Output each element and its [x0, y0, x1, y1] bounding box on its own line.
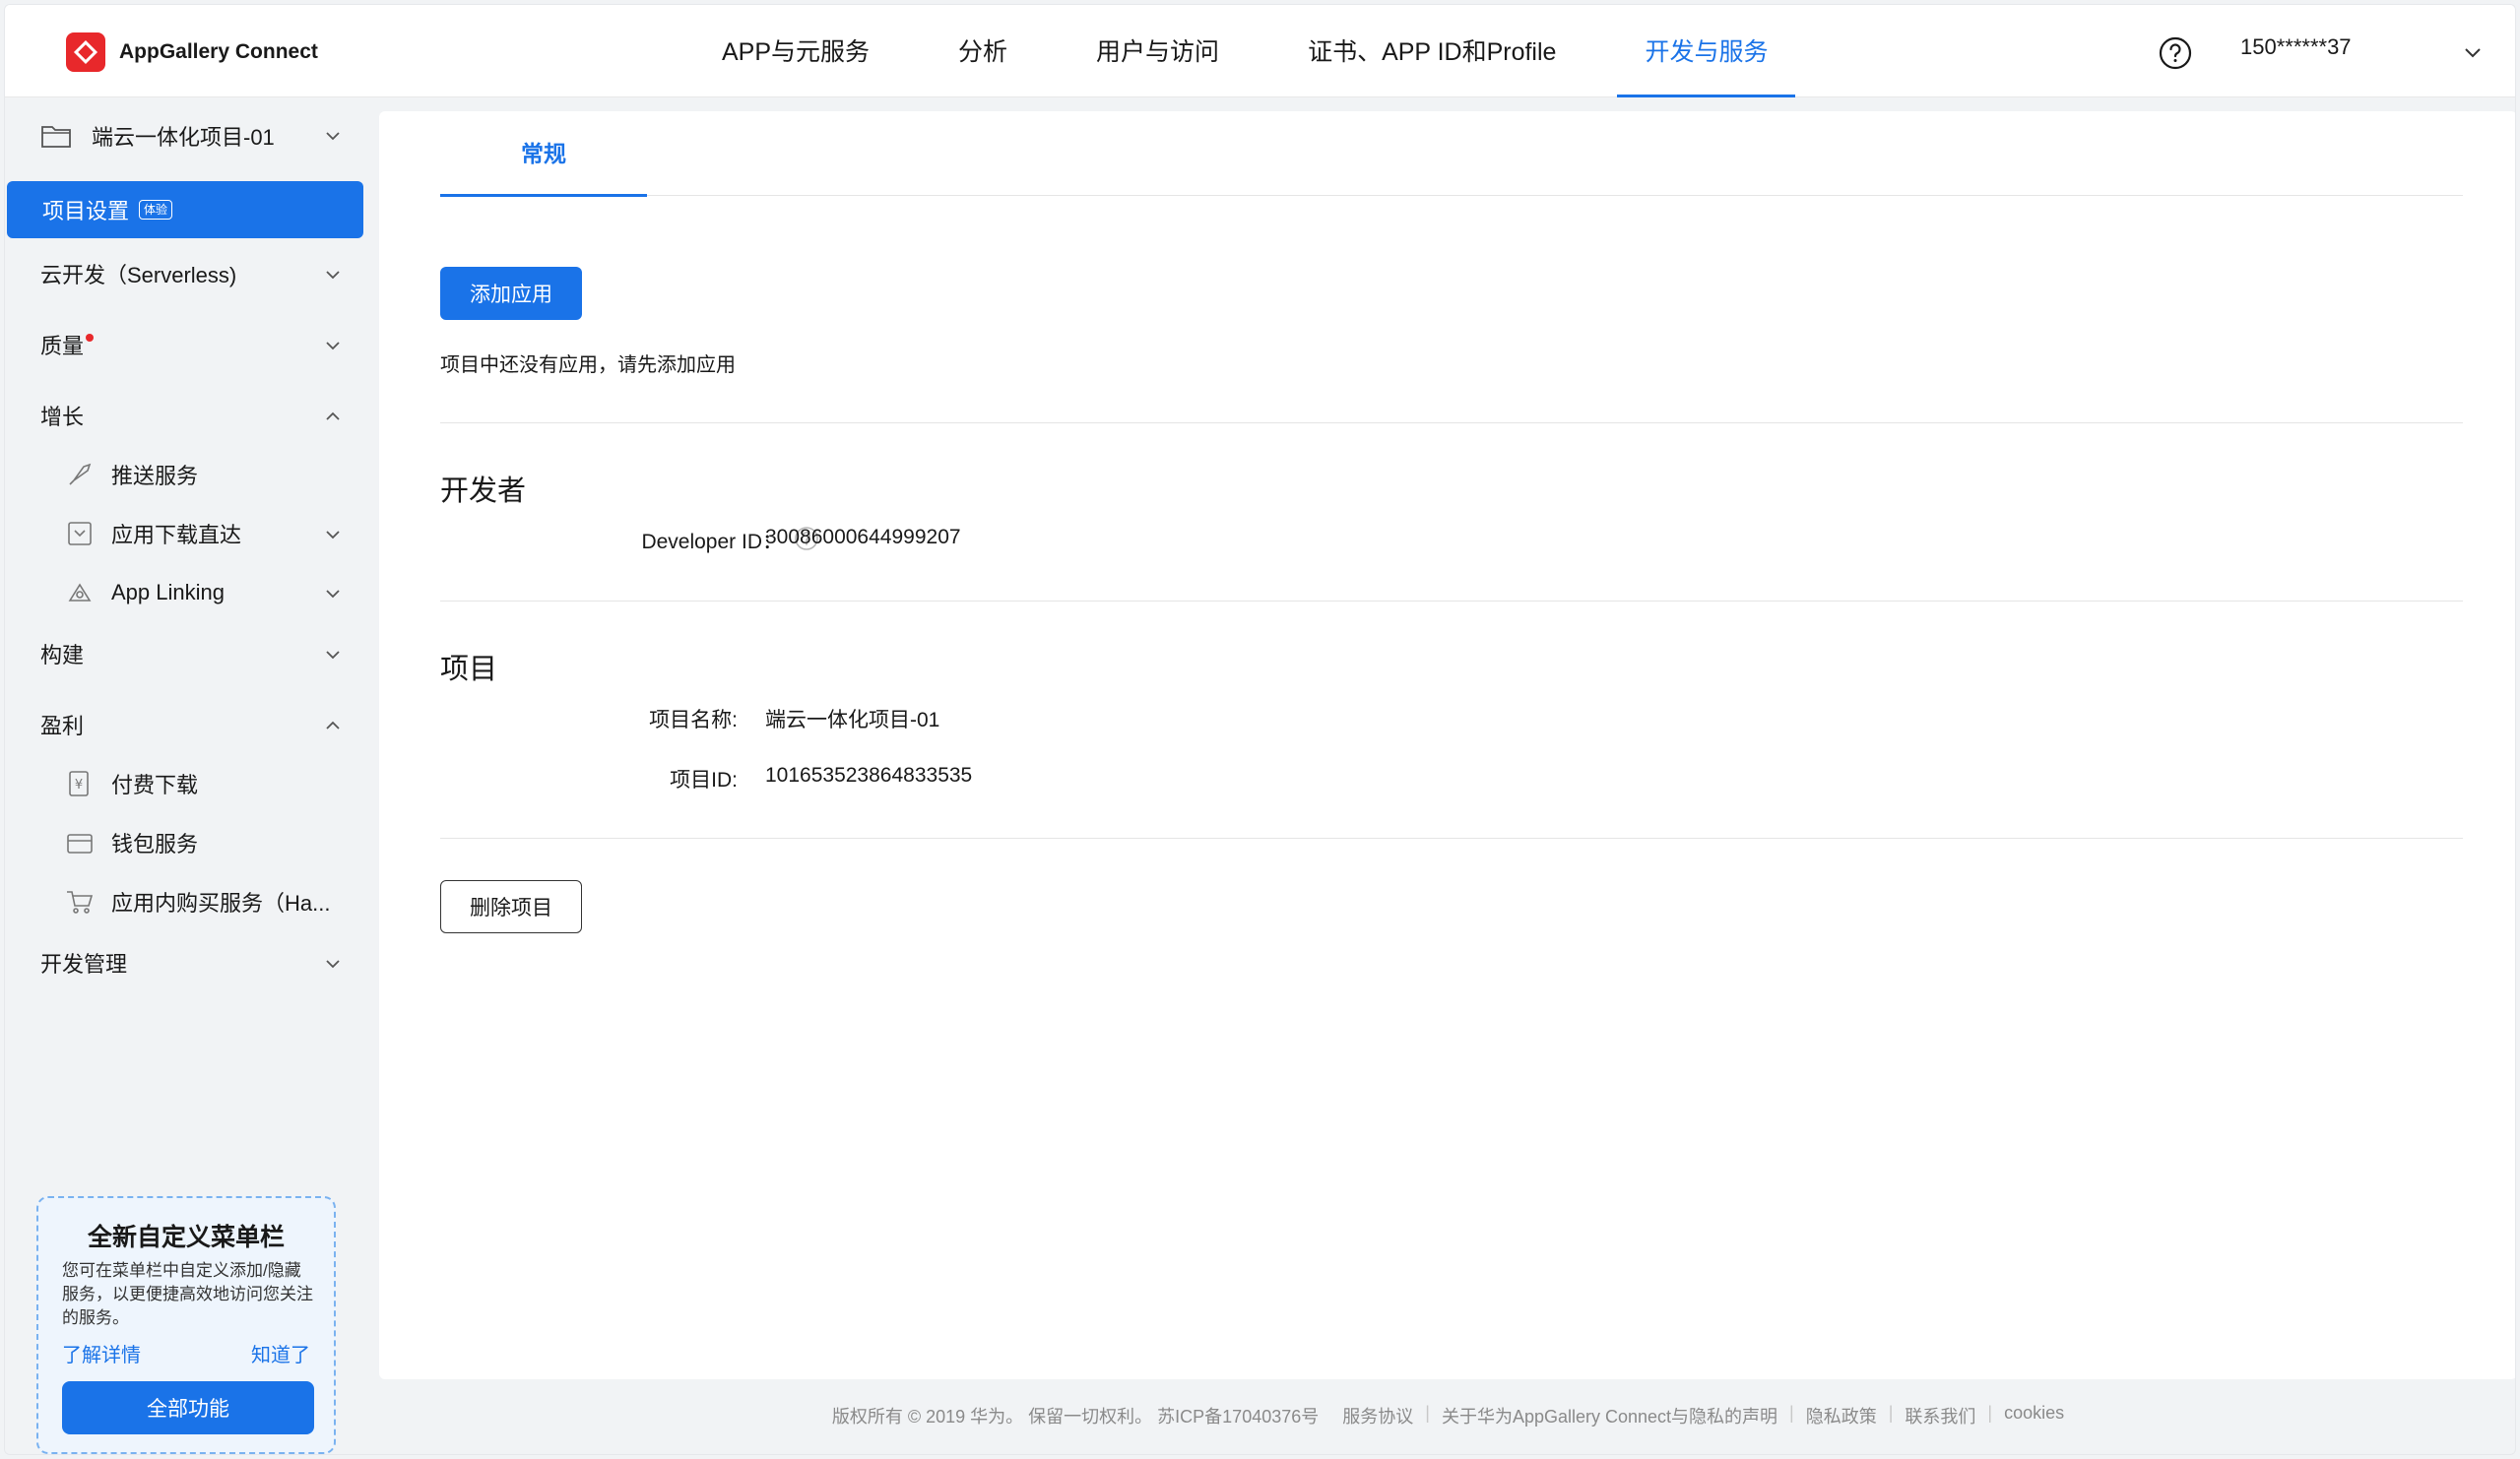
- chevron-down-icon: [326, 271, 340, 280]
- chevron-down-icon: [326, 132, 340, 141]
- footer-link-cookies[interactable]: cookies: [1992, 1403, 2076, 1428]
- nav-dev-services[interactable]: 开发与服务: [1617, 5, 1796, 97]
- sidebar-item-label: 应用下载直达: [111, 523, 242, 547]
- project-name-label: 项目名称:: [649, 709, 738, 731]
- chevron-down-icon: [326, 960, 340, 969]
- top-header: AppGallery Connect APP与元服务 分析 用户与访问 证书、A…: [5, 5, 2515, 97]
- footer-copyright: 版权所有 © 2019 华为。 保留一切权利。 苏ICP备17040376号: [831, 1407, 1320, 1427]
- developer-id-label: Developer ID：: [641, 531, 783, 553]
- svg-text:¥: ¥: [75, 778, 83, 793]
- promo-description: 您可在菜单栏中自定义添加/隐藏服务，以更便捷高效地访问您关注的服务。: [62, 1261, 313, 1327]
- sidebar-item-quality[interactable]: 质量: [40, 322, 346, 367]
- rocket-icon: [69, 463, 92, 485]
- notification-dot: [86, 334, 95, 342]
- learn-more-link[interactable]: 了解详情: [62, 1339, 141, 1367]
- chevron-down-icon: [326, 342, 340, 350]
- sidebar-item-wallet[interactable]: 钱包服务: [64, 820, 346, 865]
- page-footer: 版权所有 © 2019 华为。 保留一切权利。 苏ICP备17040376号 服…: [379, 1403, 2515, 1428]
- footer-link-terms[interactable]: 服务协议: [1330, 1403, 1425, 1428]
- sidebar-item-label: 钱包服务: [111, 832, 199, 856]
- all-features-button[interactable]: 全部功能: [62, 1381, 314, 1434]
- sidebar-item-growth[interactable]: 增长: [40, 393, 346, 438]
- nav-app-services[interactable]: APP与元服务: [694, 5, 897, 97]
- promo-title: 全新自定义菜单栏: [87, 1224, 285, 1251]
- project-selector[interactable]: 端云一体化项目-01: [40, 112, 346, 159]
- appgallery-logo-icon: [66, 32, 105, 72]
- chevron-down-icon: [326, 590, 340, 599]
- sidebar-item-label: 盈利: [40, 714, 85, 738]
- footer-link-contact[interactable]: 联系我们: [1893, 1403, 1987, 1428]
- project-id-label: 项目ID:: [670, 769, 738, 792]
- chevron-down-icon[interactable]: [2463, 46, 2483, 60]
- sidebar-item-push[interactable]: 推送服务: [64, 452, 346, 497]
- empty-app-hint: 项目中还没有应用，请先添加应用: [440, 354, 736, 376]
- sidebar-item-label: App Linking: [111, 580, 225, 604]
- download-box-icon: [68, 522, 92, 545]
- sidebar-item-dev-mgmt[interactable]: 开发管理: [40, 940, 346, 985]
- delete-project-button[interactable]: 删除项目: [440, 880, 582, 933]
- sidebar-item-monetize[interactable]: 盈利: [40, 702, 346, 747]
- main-content: 常规 添加应用 项目中还没有应用，请先添加应用 开发者 Developer ID…: [379, 111, 2515, 1379]
- beta-badge: 体验: [139, 200, 173, 220]
- project-id-value: 101653523864833535: [765, 764, 973, 787]
- app-window: AppGallery Connect APP与元服务 分析 用户与访问 证书、A…: [4, 4, 2516, 1455]
- add-app-button[interactable]: 添加应用: [440, 267, 582, 320]
- chevron-up-icon: [326, 721, 340, 730]
- sidebar-item-build[interactable]: 构建: [40, 631, 346, 676]
- project-name: 端云一体化项目-01: [92, 125, 275, 150]
- divider: [440, 422, 2463, 423]
- user-account[interactable]: 150******37: [2240, 34, 2352, 60]
- sidebar-item-label: 质量: [40, 334, 85, 358]
- sidebar-item-label: 增长: [40, 405, 85, 429]
- link-icon: [68, 583, 92, 602]
- tab-bar: 常规: [440, 111, 2463, 197]
- help-icon[interactable]: [2158, 35, 2193, 71]
- sidebar-item-serverless[interactable]: 云开发（Serverless): [40, 251, 346, 296]
- developer-id-value: 30086000644999207: [765, 526, 961, 548]
- sidebar-item-label: 云开发（Serverless): [40, 263, 237, 287]
- brand-name: AppGallery Connect: [119, 40, 318, 63]
- dismiss-link[interactable]: 知道了: [251, 1339, 310, 1367]
- sidebar-item-paid-download[interactable]: ¥ 付费下载: [64, 761, 346, 806]
- footer-link-privacy-policy[interactable]: 隐私政策: [1794, 1403, 1889, 1428]
- chevron-up-icon: [326, 412, 340, 420]
- wallet-icon: [67, 834, 93, 854]
- sidebar-item-app-linking[interactable]: App Linking: [64, 570, 346, 615]
- project-section-title: 项目: [440, 654, 498, 685]
- nav-analytics[interactable]: 分析: [931, 5, 1035, 97]
- footer-link-privacy-statement[interactable]: 关于华为AppGallery Connect与隐私的声明: [1430, 1403, 1789, 1428]
- paid-download-icon: ¥: [69, 771, 89, 796]
- custom-menu-promo: 全新自定义菜单栏 您可在菜单栏中自定义添加/隐藏服务，以更便捷高效地访问您关注的…: [36, 1196, 336, 1454]
- sidebar-item-app-download[interactable]: 应用下载直达: [64, 511, 346, 556]
- sidebar-item-label: 项目设置: [42, 199, 130, 223]
- sidebar-item-label: 付费下载: [111, 773, 199, 797]
- chevron-down-icon: [326, 651, 340, 660]
- project-name-value: 端云一体化项目-01: [765, 709, 940, 731]
- developer-section-title: 开发者: [440, 476, 527, 507]
- nav-users-access[interactable]: 用户与访问: [1068, 5, 1247, 97]
- sidebar-item-project-settings[interactable]: 项目设置 体验: [7, 181, 363, 238]
- cart-icon: [67, 891, 94, 914]
- chevron-down-icon: [326, 531, 340, 539]
- sidebar-item-label: 构建: [40, 643, 85, 667]
- brand-logo[interactable]: AppGallery Connect: [66, 32, 318, 72]
- sidebar-item-label: 应用内购买服务（Ha...: [111, 891, 331, 916]
- divider: [440, 838, 2463, 839]
- sidebar: 端云一体化项目-01 项目设置 体验 云开发（Serverless) 质量 增长…: [5, 98, 381, 1454]
- sidebar-item-label: 开发管理: [40, 952, 128, 977]
- sidebar-item-iap[interactable]: 应用内购买服务（Ha...: [64, 879, 346, 924]
- divider: [440, 601, 2463, 602]
- sidebar-item-label: 推送服务: [111, 464, 199, 488]
- folder-icon: [41, 126, 71, 148]
- nav-certificates[interactable]: 证书、APP ID和Profile: [1280, 5, 1583, 97]
- top-nav: APP与元服务 分析 用户与访问 证书、APP ID和Profile 开发与服务: [694, 5, 1829, 97]
- tab-general[interactable]: 常规: [440, 111, 647, 197]
